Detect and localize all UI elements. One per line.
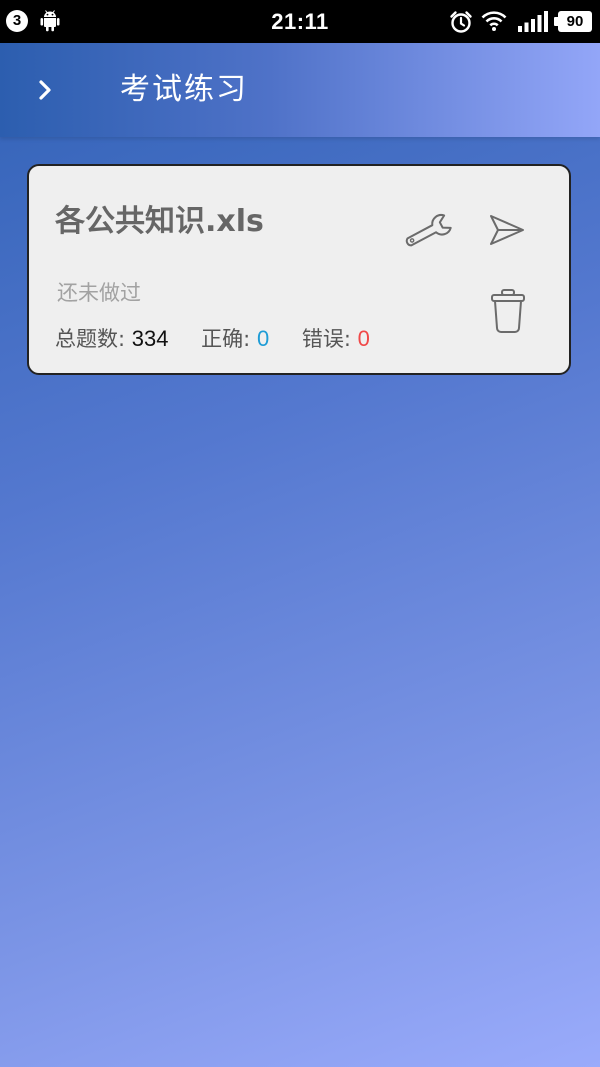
- wifi-icon: [481, 11, 507, 31]
- correct-label: 正确:: [201, 327, 251, 351]
- trash-icon[interactable]: [489, 288, 527, 334]
- app-header: 考试练习: [0, 43, 600, 137]
- total-label: 总题数:: [55, 327, 126, 351]
- wrong-label: 错误:: [301, 327, 351, 351]
- battery-indicator: 90: [554, 11, 592, 32]
- total-value: 334: [131, 326, 169, 351]
- chevron-right-icon[interactable]: [30, 75, 60, 105]
- status-clock: 21:11: [271, 9, 329, 34]
- exam-status-text: 还未做过: [57, 281, 141, 305]
- alarm-icon: [450, 11, 472, 33]
- wrench-icon[interactable]: [401, 210, 455, 254]
- signal-icon: [518, 11, 548, 32]
- exam-stats: 总题数: 334 正确: 0 错误: 0: [55, 323, 370, 353]
- exam-file-name: 各公共知识.xls: [55, 204, 264, 239]
- exam-file-card[interactable]: 各公共知识.xls 还未做过 总题数: 334 正确: 0 错误: 0: [27, 164, 571, 375]
- status-bar: 3 21:11 90: [0, 0, 600, 43]
- wrong-value: 0: [357, 326, 370, 351]
- page-title: 考试练习: [120, 72, 248, 107]
- correct-value: 0: [256, 326, 270, 351]
- send-icon[interactable]: [487, 210, 527, 250]
